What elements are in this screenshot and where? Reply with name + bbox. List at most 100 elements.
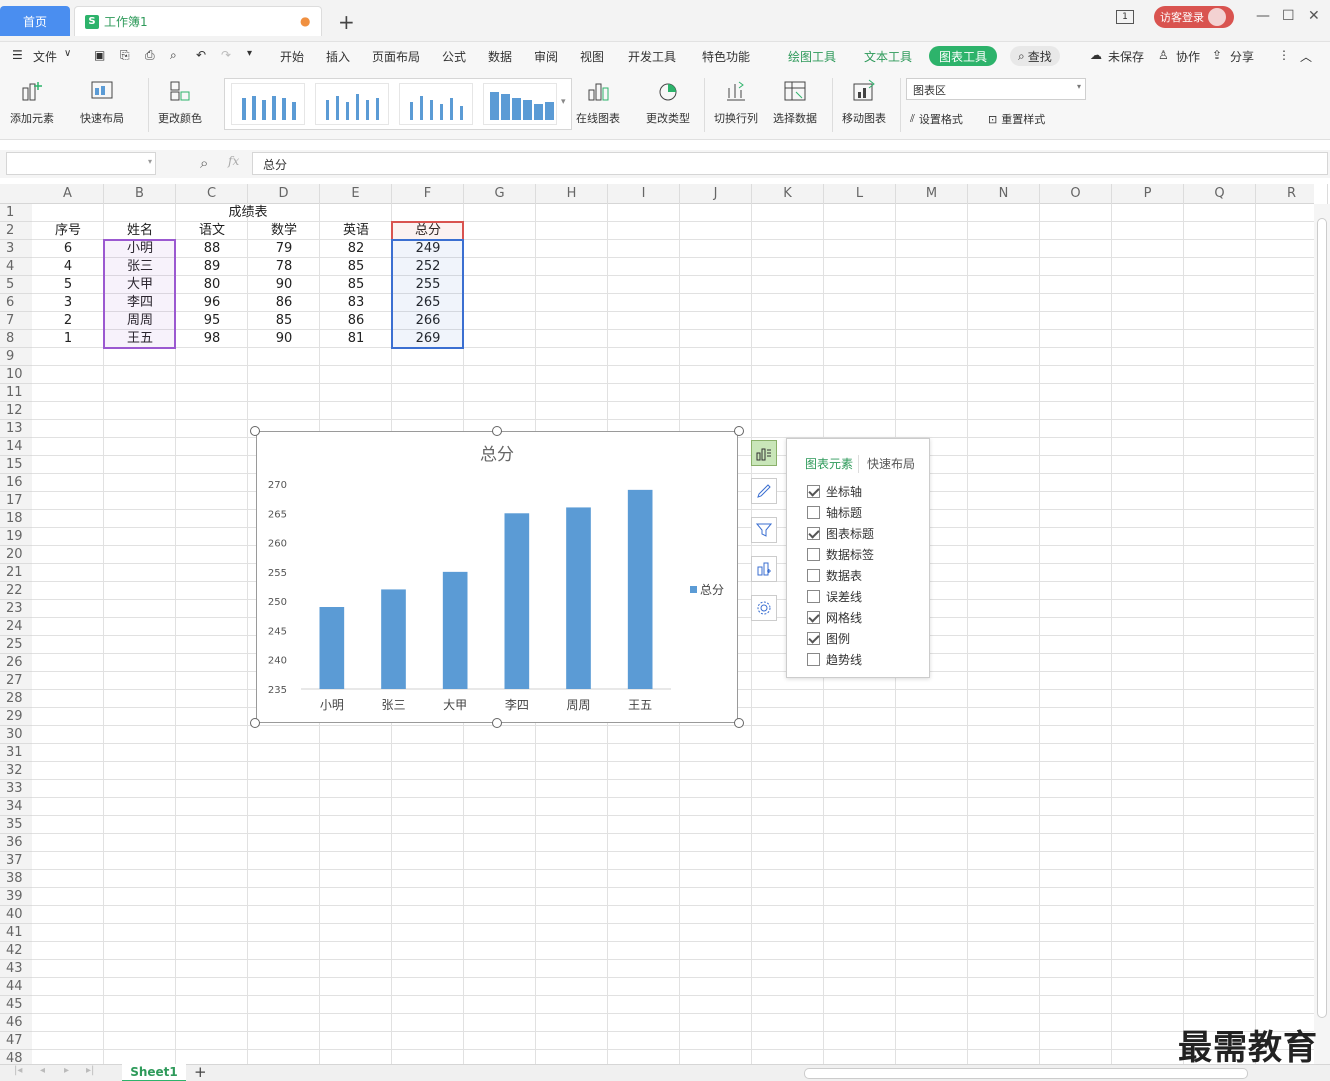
vertical-scrollbar[interactable] <box>1314 204 1330 1064</box>
menu-start[interactable]: 开始 <box>280 48 304 65</box>
table-cell[interactable]: 90 <box>248 330 320 348</box>
chart-style-2[interactable] <box>315 83 389 125</box>
table-cell[interactable]: 85 <box>248 312 320 330</box>
table-cell[interactable]: 2 <box>32 312 104 330</box>
row-header[interactable]: 29 <box>0 708 32 726</box>
row-header[interactable]: 26 <box>0 654 32 672</box>
resize-handle[interactable] <box>492 426 502 436</box>
row-header[interactable]: 17 <box>0 492 32 510</box>
hamburger-icon[interactable]: ☰ <box>12 48 23 62</box>
chart-element-option[interactable]: 数据表 <box>807 567 862 584</box>
table-cell[interactable]: 78 <box>248 258 320 276</box>
collab-button[interactable]: 协作 <box>1176 48 1200 65</box>
collapse-ribbon-icon[interactable]: ︿ <box>1300 48 1312 65</box>
column-header-h[interactable]: H <box>536 184 608 204</box>
table-header-cell[interactable]: 英语 <box>320 222 392 240</box>
column-header-r[interactable]: R <box>1256 184 1328 204</box>
chart-filter-button[interactable] <box>751 517 777 543</box>
row-header[interactable]: 4 <box>0 258 32 276</box>
checkbox-icon[interactable] <box>807 527 820 540</box>
export-icon[interactable]: ⎘ <box>120 48 130 63</box>
checkbox-icon[interactable] <box>807 506 820 519</box>
column-header-p[interactable]: P <box>1112 184 1184 204</box>
table-cell[interactable]: 95 <box>176 312 248 330</box>
chevron-down-icon[interactable]: ∨ <box>64 48 71 59</box>
chart-style-3[interactable] <box>399 83 473 125</box>
menu-data[interactable]: 数据 <box>488 48 512 65</box>
row-header[interactable]: 33 <box>0 780 32 798</box>
search-button[interactable]: ⌕ 查找 <box>1010 46 1060 66</box>
row-header[interactable]: 15 <box>0 456 32 474</box>
table-header-cell[interactable]: 姓名 <box>104 222 176 240</box>
menu-file[interactable]: 文件 <box>33 48 57 65</box>
menu-insert[interactable]: 插入 <box>326 48 350 65</box>
row-header[interactable]: 32 <box>0 762 32 780</box>
chart-element-option[interactable]: 误差线 <box>807 588 862 605</box>
table-cell[interactable]: 5 <box>32 276 104 294</box>
table-cell[interactable]: 90 <box>248 276 320 294</box>
table-cell[interactable]: 85 <box>320 276 392 294</box>
undo-icon[interactable]: ↶ <box>196 48 206 62</box>
chart-object[interactable]: 总分 270 265 260 255 250 245 240 235 小明 张三 大甲 李四 周周 王五 总分 <box>256 431 738 723</box>
row-header[interactable]: 28 <box>0 690 32 708</box>
tab-chart-elements[interactable]: 图表元素 <box>805 455 853 472</box>
unsaved-status[interactable]: 未保存 <box>1108 48 1144 65</box>
resize-handle[interactable] <box>250 718 260 728</box>
chart-data-button[interactable] <box>751 556 777 582</box>
zoom-icon[interactable]: ⌕ <box>200 154 208 172</box>
table-title[interactable]: 成绩表 <box>32 204 464 222</box>
column-header-d[interactable]: D <box>248 184 320 204</box>
online-chart-button[interactable]: 在线图表 <box>576 78 620 126</box>
sheet-nav-next-icon[interactable]: ▸ <box>64 1065 69 1076</box>
column-header-e[interactable]: E <box>320 184 392 204</box>
column-header-n[interactable]: N <box>968 184 1040 204</box>
menu-formula[interactable]: 公式 <box>442 48 466 65</box>
quick-layout-button[interactable]: 快速布局 <box>80 78 124 126</box>
menu-developer[interactable]: 开发工具 <box>628 48 676 65</box>
more-icon[interactable]: ▾ <box>247 48 252 59</box>
table-cell[interactable]: 88 <box>176 240 248 258</box>
checkbox-icon[interactable] <box>807 485 820 498</box>
table-header-cell[interactable]: 数学 <box>248 222 320 240</box>
chart-element-option[interactable]: 图例 <box>807 630 850 647</box>
chart-element-option[interactable]: 轴标题 <box>807 504 862 521</box>
row-header[interactable]: 1 <box>0 204 32 222</box>
menu-chart-tools[interactable]: 图表工具 <box>929 46 998 66</box>
row-header[interactable]: 11 <box>0 384 32 402</box>
print-icon[interactable]: ⎙ <box>145 48 155 63</box>
share-button[interactable]: 分享 <box>1230 48 1254 65</box>
row-header[interactable]: 36 <box>0 834 32 852</box>
redo-icon[interactable]: ↷ <box>221 48 231 62</box>
checkbox-icon[interactable] <box>807 590 820 603</box>
sheet-nav-prev-icon[interactable]: ◂ <box>40 1065 45 1076</box>
scroll-thumb[interactable] <box>1317 218 1327 1018</box>
switch-rowcol-button[interactable]: 切换行列 <box>714 78 758 126</box>
column-header-c[interactable]: C <box>176 184 248 204</box>
change-type-button[interactable]: 更改类型 <box>646 78 690 126</box>
row-header[interactable]: 47 <box>0 1032 32 1050</box>
chart-settings-button[interactable] <box>751 595 777 621</box>
table-cell[interactable]: 83 <box>320 294 392 312</box>
table-cell[interactable]: 82 <box>320 240 392 258</box>
move-chart-button[interactable]: 移动图表 <box>842 78 886 126</box>
column-header-o[interactable]: O <box>1040 184 1112 204</box>
table-cell[interactable]: 80 <box>176 276 248 294</box>
tab-quick-layout[interactable]: 快速布局 <box>867 455 915 472</box>
change-color-button[interactable]: 更改颜色 <box>158 78 202 126</box>
row-header[interactable]: 37 <box>0 852 32 870</box>
table-cell[interactable]: 79 <box>248 240 320 258</box>
checkbox-icon[interactable] <box>807 611 820 624</box>
row-header[interactable]: 39 <box>0 888 32 906</box>
chart-style-1[interactable] <box>231 83 305 125</box>
maximize-icon[interactable]: ☐ <box>1282 8 1295 24</box>
new-tab-button[interactable]: + <box>338 10 355 34</box>
formula-input[interactable]: 总分 <box>252 152 1328 175</box>
row-header[interactable]: 27 <box>0 672 32 690</box>
table-cell[interactable]: 86 <box>248 294 320 312</box>
set-format-button[interactable]: ⫽ 设置格式 <box>910 111 963 127</box>
table-cell[interactable]: 86 <box>320 312 392 330</box>
table-cell[interactable]: 85 <box>320 258 392 276</box>
row-header[interactable]: 10 <box>0 366 32 384</box>
chart-element-option[interactable]: 坐标轴 <box>807 483 862 500</box>
chart-area-select[interactable]: 图表区 ▾ <box>906 78 1086 100</box>
